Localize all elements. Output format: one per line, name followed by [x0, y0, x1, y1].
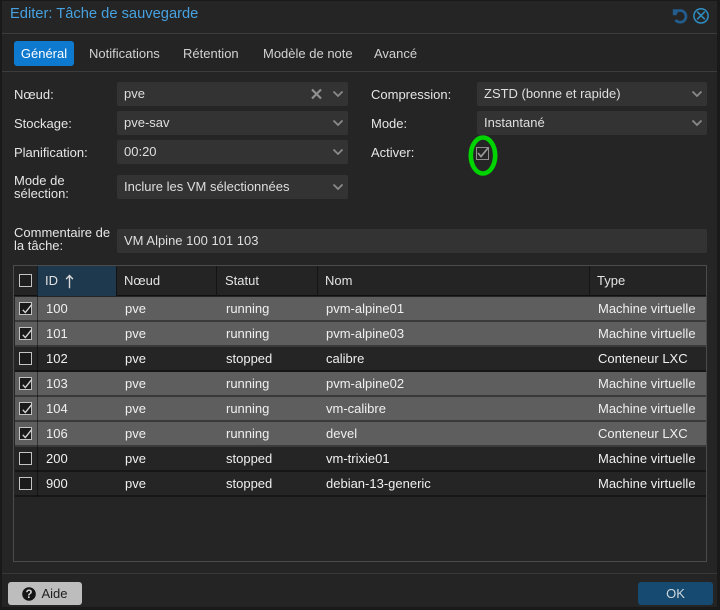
svg-text:?: ? — [25, 589, 32, 601]
